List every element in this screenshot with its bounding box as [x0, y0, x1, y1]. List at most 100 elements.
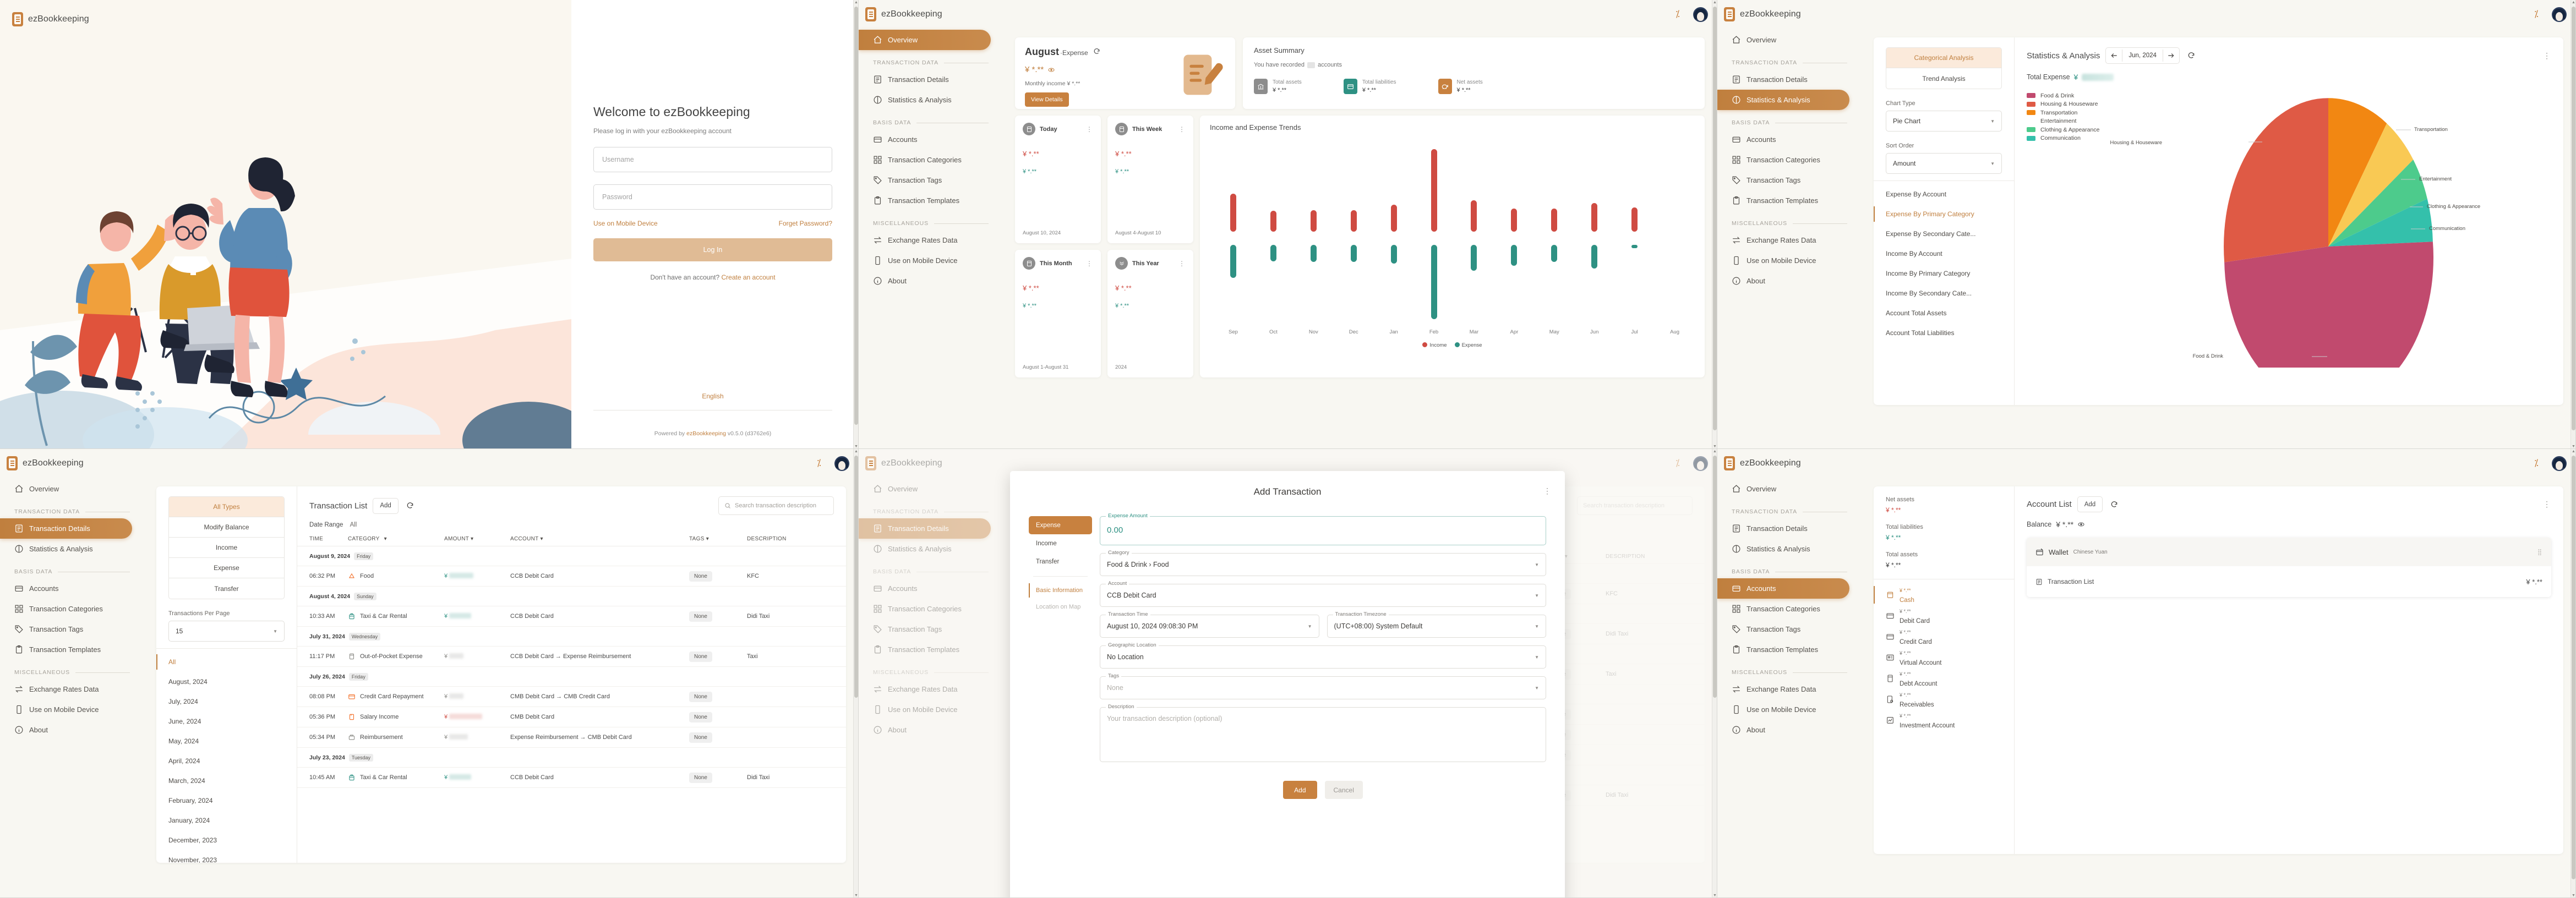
card-menu-icon[interactable]: ⋮: [1086, 125, 1093, 133]
sidebar-item-exchange-rates-data[interactable]: Exchange Rates Data: [1717, 230, 1862, 250]
tab-transfer[interactable]: Transfer: [1029, 552, 1092, 571]
vertical-scrollbar[interactable]: ▲ ▼: [2570, 0, 2575, 449]
month-filter-item[interactable]: August, 2024: [156, 672, 297, 692]
sidebar-item-overview[interactable]: Overview: [1717, 479, 1862, 499]
sidebar-item-accounts[interactable]: Accounts: [859, 129, 1003, 150]
username-input[interactable]: Username: [593, 147, 832, 172]
refresh-button[interactable]: [2185, 50, 2197, 62]
scroll-down-arrow[interactable]: ▼: [854, 444, 859, 449]
account-type-item[interactable]: ¥ *.**Credit Card: [1874, 626, 2014, 647]
type-filter-option[interactable]: All Types: [169, 497, 284, 517]
sidebar-item-transaction-categories[interactable]: Transaction Categories: [0, 599, 144, 619]
more-options-icon[interactable]: ⋮: [2543, 51, 2551, 61]
scrollbar-thumb[interactable]: [854, 456, 858, 698]
login-button[interactable]: Log In: [593, 238, 832, 261]
sidebar-item-about[interactable]: About: [0, 720, 144, 740]
exchange-rate-icon[interactable]: ⁒: [817, 458, 828, 469]
scrollbar-thumb[interactable]: [2572, 456, 2575, 879]
pie-legend-item[interactable]: Entertainment: [2027, 117, 2099, 126]
sidebar-item-transaction-details[interactable]: Transaction Details: [1717, 69, 1862, 90]
card-menu-icon[interactable]: ⋮: [1178, 260, 1186, 267]
table-row[interactable]: 05:34 PMReimbursement¥ Expense Reimburse…: [297, 727, 846, 748]
sidebar-item-exchange-rates-data[interactable]: Exchange Rates Data: [0, 679, 144, 699]
sidebar-item-about[interactable]: About: [859, 271, 1003, 291]
tab-expense[interactable]: Expense: [1029, 516, 1092, 534]
date-range-row[interactable]: Date Range All: [297, 515, 846, 528]
vertical-scrollbar[interactable]: ▲ ▼: [2570, 449, 2575, 898]
section-location-on-map[interactable]: Location on Map: [1029, 599, 1092, 615]
sidebar-item-use-on-mobile-device[interactable]: Use on Mobile Device: [1717, 699, 1862, 720]
sidebar-item-transaction-templates[interactable]: Transaction Templates: [1717, 190, 1862, 211]
column-tags[interactable]: TAGS ▾: [689, 536, 747, 542]
table-row[interactable]: 10:33 AMTaxi & Car Rental¥ CCB Debit Car…: [297, 606, 846, 627]
sidebar-item-transaction-templates[interactable]: Transaction Templates: [1717, 639, 1862, 660]
statistics-item[interactable]: Income By Account: [1874, 244, 2014, 264]
scrollbar-thumb[interactable]: [1713, 7, 1717, 430]
sidebar-item-accounts[interactable]: Accounts: [0, 578, 144, 599]
category-field[interactable]: Category Food & Drink › Food▼: [1100, 553, 1546, 576]
avatar[interactable]: [1693, 7, 1708, 22]
statistics-item[interactable]: Expense By Account: [1874, 184, 2014, 204]
month-filter-item[interactable]: December, 2023: [156, 830, 297, 850]
brand[interactable]: ezBookkeeping: [1724, 7, 1801, 21]
statistics-item[interactable]: Account Total Assets: [1874, 303, 2014, 323]
pie-legend-item[interactable]: Transportation: [2027, 108, 2099, 117]
account-type-item[interactable]: ¥ *.**Investment Account: [1874, 710, 2014, 731]
sidebar-item-transaction-templates[interactable]: Transaction Templates: [859, 190, 1003, 211]
drag-handle-icon[interactable]: ⣿: [2537, 549, 2542, 556]
use-on-mobile-link[interactable]: Use on Mobile Device: [593, 220, 658, 227]
account-type-item[interactable]: ¥ *.**Virtual Account: [1874, 647, 2014, 668]
avatar[interactable]: [2552, 456, 2567, 471]
sidebar-item-use-on-mobile-device[interactable]: Use on Mobile Device: [1717, 250, 1862, 271]
exchange-rate-icon[interactable]: ⁒: [1676, 9, 1687, 20]
sidebar-item-about[interactable]: About: [1717, 271, 1862, 291]
tags-field[interactable]: Tags None▼: [1100, 676, 1546, 699]
period-label[interactable]: Jun, 2024: [2122, 52, 2163, 59]
password-input[interactable]: Password: [593, 184, 832, 210]
account-field[interactable]: Account CCB Debit Card▼: [1100, 584, 1546, 607]
sidebar-item-exchange-rates-data[interactable]: Exchange Rates Data: [859, 230, 1003, 250]
dialog-cancel-button[interactable]: Cancel: [1325, 781, 1363, 799]
card-menu-icon[interactable]: ⋮: [1086, 260, 1093, 267]
scrollbar-thumb[interactable]: [1713, 456, 1717, 698]
add-account-button[interactable]: Add: [2077, 496, 2103, 512]
pie-legend-item[interactable]: Housing & Houseware: [2027, 100, 2099, 109]
scroll-up-arrow[interactable]: ▲: [854, 0, 859, 5]
month-filter-item[interactable]: June, 2024: [156, 711, 297, 731]
table-row[interactable]: 08:08 PMCredit Card Repayment¥ CMB Debit…: [297, 687, 846, 707]
sidebar-item-overview[interactable]: Overview: [859, 30, 991, 50]
table-row[interactable]: 06:32 PMFood¥ CCB Debit CardNoneKFC: [297, 566, 846, 587]
geographic-location-field[interactable]: Geographic Location No Location▼: [1100, 645, 1546, 669]
sidebar-item-accounts[interactable]: Accounts: [1717, 578, 1849, 599]
avatar[interactable]: [834, 456, 849, 471]
refresh-button[interactable]: [2108, 499, 2120, 511]
statistics-item[interactable]: Account Total Liabilities: [1874, 323, 2014, 343]
exchange-rate-icon[interactable]: ⁒: [2534, 458, 2545, 469]
brand[interactable]: ezBookkeeping: [865, 7, 942, 21]
refresh-button[interactable]: [404, 500, 416, 512]
tab-categorical-analysis[interactable]: Categorical Analysis: [1886, 48, 2001, 68]
sidebar-item-transaction-details[interactable]: Transaction Details: [859, 69, 1003, 90]
transaction-timezone-field[interactable]: Transaction Timezone (UTC+08:00) System …: [1327, 615, 1547, 638]
search-input[interactable]: Search transaction description: [718, 496, 834, 515]
sidebar-item-about[interactable]: About: [1717, 720, 1862, 740]
scroll-up-arrow[interactable]: ▲: [1712, 0, 1717, 5]
sidebar-item-transaction-tags[interactable]: Transaction Tags: [859, 170, 1003, 190]
table-row[interactable]: 10:45 AMTaxi & Car Rental¥ CCB Debit Car…: [297, 768, 846, 788]
description-field[interactable]: Description Your transaction description…: [1100, 707, 1546, 762]
month-filter-item[interactable]: February, 2024: [156, 791, 297, 811]
sidebar-item-accounts[interactable]: Accounts: [1717, 129, 1862, 150]
month-filter-item[interactable]: May, 2024: [156, 731, 297, 751]
month-filter-item[interactable]: November, 2023: [156, 850, 297, 863]
expense-amount-field[interactable]: Expense Amount 0.00: [1100, 516, 1546, 545]
vertical-scrollbar[interactable]: ▲ ▼: [853, 449, 858, 898]
sidebar-item-exchange-rates-data[interactable]: Exchange Rates Data: [1717, 679, 1862, 699]
refresh-icon[interactable]: [1093, 48, 1100, 55]
pie-legend-item[interactable]: Clothing & Appearance: [2027, 125, 2099, 134]
sidebar-item-statistics-analysis[interactable]: Statistics & Analysis: [1717, 90, 1849, 110]
brand[interactable]: ezBookkeeping: [1724, 456, 1801, 470]
statistics-item[interactable]: Expense By Primary Category: [1874, 204, 2014, 224]
scroll-up-arrow[interactable]: ▲: [2571, 449, 2576, 454]
card-menu-icon[interactable]: ⋮: [1178, 125, 1186, 133]
sidebar-item-overview[interactable]: Overview: [0, 479, 144, 499]
